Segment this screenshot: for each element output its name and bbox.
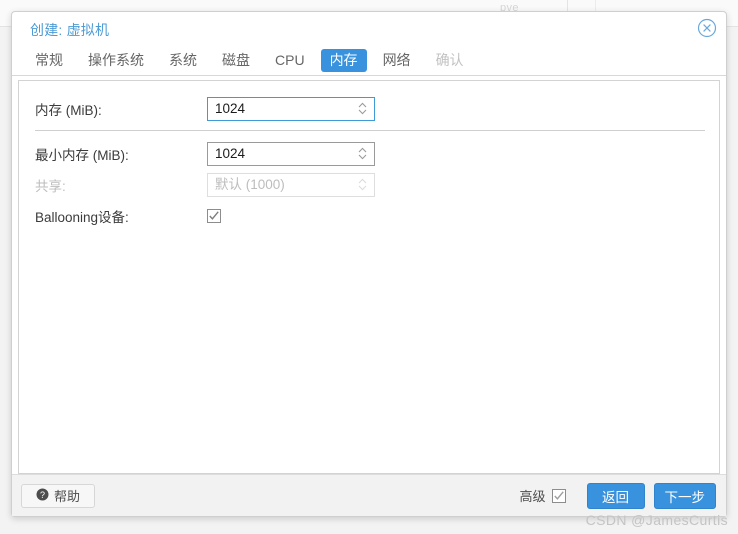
close-icon[interactable]	[696, 17, 718, 39]
min-memory-spinner-arrows[interactable]	[357, 143, 368, 165]
memory-spinner[interactable]	[207, 96, 375, 121]
min-memory-label: 最小内存 (MiB):	[35, 147, 129, 163]
advanced-checkbox[interactable]	[551, 488, 566, 503]
shares-input	[208, 173, 374, 196]
memory-label: 内存 (MiB):	[35, 102, 102, 118]
min-memory-row: 最小内存 (MiB):	[25, 138, 713, 169]
memory-row: 内存 (MiB):	[25, 93, 713, 124]
advanced-toggle[interactable]: 高级	[519, 486, 566, 505]
tab-cpu[interactable]: CPU	[266, 49, 314, 72]
tab-general[interactable]: 常规	[26, 49, 72, 72]
dialog-titlebar: 创建: 虚拟机	[12, 12, 726, 46]
tab-system[interactable]: 系统	[160, 49, 206, 72]
shares-spinner-arrows	[357, 174, 368, 196]
memory-input[interactable]	[208, 97, 374, 120]
advanced-label: 高级	[519, 489, 546, 504]
dialog-footer: ? 帮助 高级 返回 下一步	[12, 474, 726, 516]
back-button[interactable]: 返回	[586, 482, 645, 509]
help-button[interactable]: ? 帮助	[21, 483, 95, 508]
memory-form-panel: 内存 (MiB): 最小内存 (MiB):	[18, 80, 720, 474]
help-button-label: 帮助	[53, 489, 80, 504]
shares-label: 共享:	[35, 178, 66, 194]
min-memory-input[interactable]	[208, 142, 374, 165]
watermark: CSDN @JamesCurtis	[585, 512, 728, 528]
question-circle-icon: ?	[36, 488, 49, 504]
tab-confirm: 确认	[435, 52, 464, 68]
tab-disks[interactable]: 磁盘	[213, 49, 259, 72]
shares-spinner	[207, 172, 375, 197]
next-button[interactable]: 下一步	[653, 482, 716, 509]
form-divider	[35, 130, 705, 131]
tab-memory[interactable]: 内存	[320, 49, 367, 72]
create-vm-dialog: 创建: 虚拟机 常规 操作系统 系统 磁盘 CPU 内存 网络 确认 内存 (M…	[11, 11, 727, 517]
ballooning-checkbox[interactable]	[207, 208, 221, 223]
dialog-title: 创建: 虚拟机	[30, 22, 110, 38]
tab-os[interactable]: 操作系统	[79, 49, 153, 72]
svg-text:?: ?	[40, 489, 45, 499]
shares-row: 共享:	[25, 169, 713, 200]
ballooning-label: Ballooning设备:	[35, 209, 129, 225]
memory-spinner-arrows[interactable]	[357, 98, 368, 120]
min-memory-spinner[interactable]	[207, 141, 375, 166]
wizard-tab-bar: 常规 操作系统 系统 磁盘 CPU 内存 网络 确认	[12, 46, 726, 76]
ballooning-row: Ballooning设备:	[25, 200, 713, 231]
tab-network[interactable]: 网络	[374, 49, 420, 72]
